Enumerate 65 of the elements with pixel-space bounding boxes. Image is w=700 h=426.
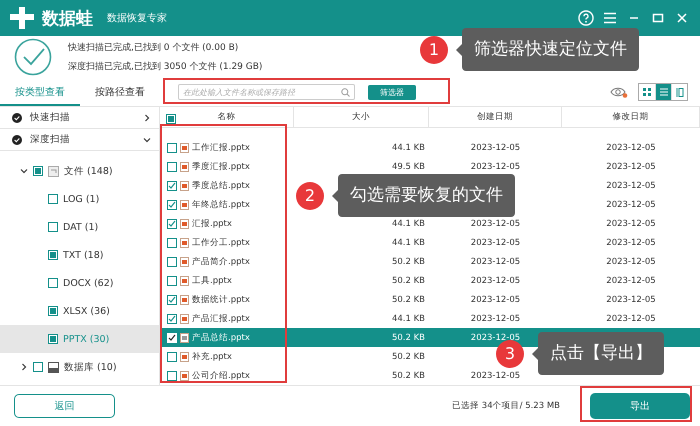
modified-date: 2023-12-05 — [605, 238, 657, 248]
step-badge: 1 — [420, 36, 448, 64]
created-date: 2023-12-05 — [470, 332, 522, 342]
step-tooltip: 点击【导出】 — [538, 332, 664, 375]
file-size: 50.2 KB — [390, 294, 426, 304]
tree-label: PPTX (30) — [63, 334, 110, 344]
step-badge: 3 — [496, 340, 524, 368]
selection-summary: 已选择 34个项目/ 5.23 MB — [452, 400, 560, 412]
tree-label: 数据库 (10) — [64, 360, 117, 374]
tree-label: DAT (1) — [63, 222, 98, 232]
tree-label: DOCX (62) — [63, 278, 114, 288]
file-name: 工作分工.pptx — [192, 236, 250, 248]
modified-date: 2023-12-05 — [605, 256, 657, 266]
tree-label: 文件 (148) — [64, 164, 113, 178]
file-name: 产品总结.pptx — [192, 332, 250, 344]
scan-label: 快速扫描 — [30, 111, 71, 124]
created-date: 2023-12-05 — [470, 294, 522, 304]
file-name: 季度汇报.pptx — [192, 160, 250, 172]
file-size: 44.1 KB — [390, 142, 426, 152]
scan-status-text: 快速扫描已完成,已找到 0 个文件 (0.00 B) — [68, 42, 240, 54]
created-date: 2023-12-05 — [470, 162, 522, 172]
file-name: 汇报.pptx — [192, 218, 232, 230]
file-size: 49.5 KB — [390, 162, 426, 172]
scan-status-text: 深度扫描已完成,已找到 3050 个文件 (1.29 GB) — [68, 60, 262, 73]
created-date: 2023-12-05 — [470, 218, 522, 228]
created-date: 2023-12-05 — [470, 238, 522, 248]
created-date: 2023-12-05 — [470, 142, 522, 152]
file-size: 50.2 KB — [390, 370, 426, 380]
tree-label: TXT (18) — [63, 250, 104, 260]
file-size: 44.1 KB — [390, 238, 426, 248]
file-name: 产品简介.pptx — [192, 256, 250, 268]
file-size: 50.2 KB — [390, 332, 426, 342]
file-name: 年终总结.pptx — [192, 198, 250, 210]
modified-date: 2023-12-05 — [605, 276, 657, 286]
file-name: 工作汇报.pptx — [192, 142, 250, 154]
tree-label: LOG (1) — [63, 194, 100, 204]
modified-date: 2023-12-05 — [605, 294, 657, 304]
modified-date: 2023-12-05 — [605, 142, 657, 152]
app-name: 数据蛙 — [42, 8, 93, 30]
file-size: 44.1 KB — [390, 314, 426, 324]
file-size: 44.1 KB — [390, 218, 426, 228]
file-size: 50.2 KB — [390, 256, 426, 266]
file-size: 50.2 KB — [390, 276, 426, 286]
step-badge: 2 — [296, 182, 324, 210]
file-name: 数据统计.pptx — [192, 294, 250, 306]
file-name: 公司介绍.pptx — [192, 370, 250, 382]
modified-date: 2023-12-05 — [605, 162, 657, 172]
modified-date: 2023-12-05 — [605, 314, 657, 324]
created-date: 2023-12-05 — [470, 370, 522, 380]
app-subtitle: 数据恢复专家 — [107, 12, 167, 25]
step-tooltip: 筛选器快速定位文件 — [462, 28, 639, 71]
modified-date: 2023-12-05 — [605, 200, 657, 210]
file-name: 季度总结.pptx — [192, 180, 250, 192]
step-tooltip: 勾选需要恢复的文件 — [338, 174, 515, 217]
scan-label: 深度扫描 — [30, 133, 71, 146]
file-name: 产品汇报.pptx — [192, 312, 250, 324]
created-date: 2023-12-05 — [470, 276, 522, 286]
file-size: 50.2 KB — [390, 352, 426, 362]
file-name: 工具.pptx — [192, 274, 232, 286]
file-name: 补充.pptx — [192, 350, 232, 362]
modified-date: 2023-12-05 — [605, 180, 657, 190]
created-date: 2023-12-05 — [470, 314, 522, 324]
modified-date: 2023-12-05 — [605, 218, 657, 228]
tree-label: XLSX (36) — [63, 306, 110, 316]
created-date: 2023-12-05 — [470, 256, 522, 266]
